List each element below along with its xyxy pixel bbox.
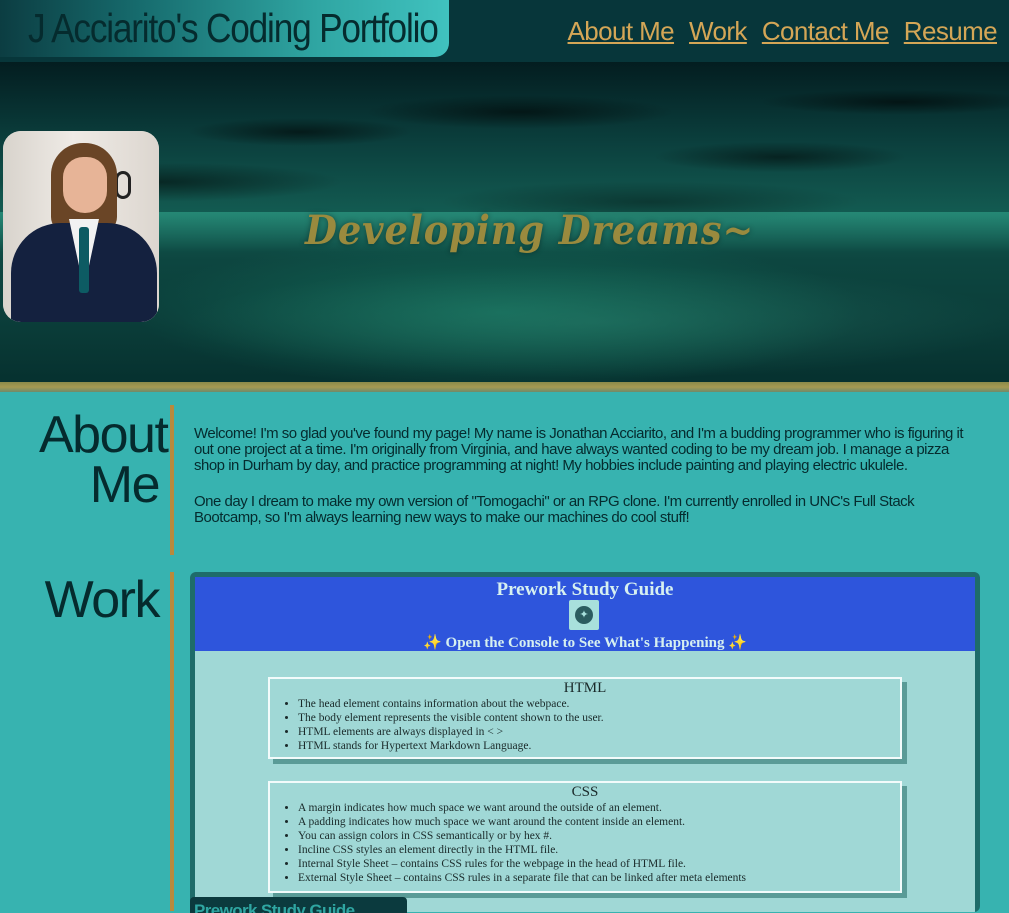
hero-tagline: Developing Dreams~ (305, 207, 755, 254)
nav-link-about-me[interactable]: About Me (568, 12, 675, 50)
work-card-caption-text[interactable]: Prework Study Guide (194, 901, 355, 913)
about-paragraph-1: Welcome! I'm so glad you've found my pag… (194, 425, 964, 474)
list-item: Incline CSS styles an element directly i… (298, 843, 900, 857)
list-item: The head element contains information ab… (298, 697, 900, 711)
study-guide-logo-icon: ✦ (569, 600, 599, 630)
study-guide-title: Prework Study Guide (496, 579, 674, 600)
nav-link-contact-me[interactable]: Contact Me (762, 12, 890, 50)
list-item: The body element represents the visible … (298, 711, 900, 725)
list-item: A padding indicates how much space we wa… (298, 815, 900, 829)
work-section-title: Work (44, 571, 161, 629)
css-box-list: A margin indicates how much space we wan… (270, 801, 900, 885)
about-text: Welcome! I'm so glad you've found my pag… (194, 426, 974, 546)
nav-link-work[interactable]: Work (689, 12, 747, 50)
study-guide-subtitle: ✨ Open the Console to See What's Happeni… (423, 635, 747, 651)
html-box-heading: HTML (563, 680, 607, 696)
list-item: A margin indicates how much space we wan… (298, 801, 900, 815)
html-box-list: The head element contains information ab… (270, 697, 900, 753)
work-card-screenshot[interactable]: Prework Study Guide ✦ ✨ Open the Console… (195, 577, 975, 912)
about-divider (170, 405, 174, 555)
list-item: Internal Style Sheet – contains CSS rule… (298, 857, 900, 871)
profile-photo (3, 131, 159, 322)
main-nav: About Me Work Contact Me Resume (568, 12, 998, 50)
site-logo[interactable]: J Acciarito's Coding Portfolio (0, 0, 449, 57)
work-card-prework-study-guide[interactable]: Prework Study Guide ✦ ✨ Open the Console… (190, 572, 980, 912)
list-item: You can assign colors in CSS semanticall… (298, 829, 900, 843)
study-guide-html-box: HTML The head element contains informati… (268, 677, 902, 759)
css-box-heading: CSS (571, 784, 599, 800)
list-item: External Style Sheet – contains CSS rule… (298, 871, 900, 885)
study-guide-header: Prework Study Guide ✦ ✨ Open the Console… (195, 577, 975, 651)
site-header: J Acciarito's Coding Portfolio About Me … (0, 0, 1009, 62)
about-paragraph-2: One day I dream to make my own version o… (194, 493, 915, 526)
hero-banner: Developing Dreams~ (0, 62, 1009, 382)
nav-link-resume[interactable]: Resume (904, 12, 998, 50)
site-logo-text[interactable]: J Acciarito's Coding Portfolio (28, 5, 439, 51)
list-item: HTML stands for Hypertext Markdown Langu… (298, 739, 900, 753)
list-item: HTML elements are always displayed in < … (298, 725, 900, 739)
hero-divider-bar (0, 382, 1009, 392)
about-title-text: About Me (39, 406, 169, 514)
study-guide-css-box: CSS A margin indicates how much space we… (268, 781, 902, 893)
about-section-title: About Me (39, 406, 169, 514)
work-divider (170, 572, 174, 911)
